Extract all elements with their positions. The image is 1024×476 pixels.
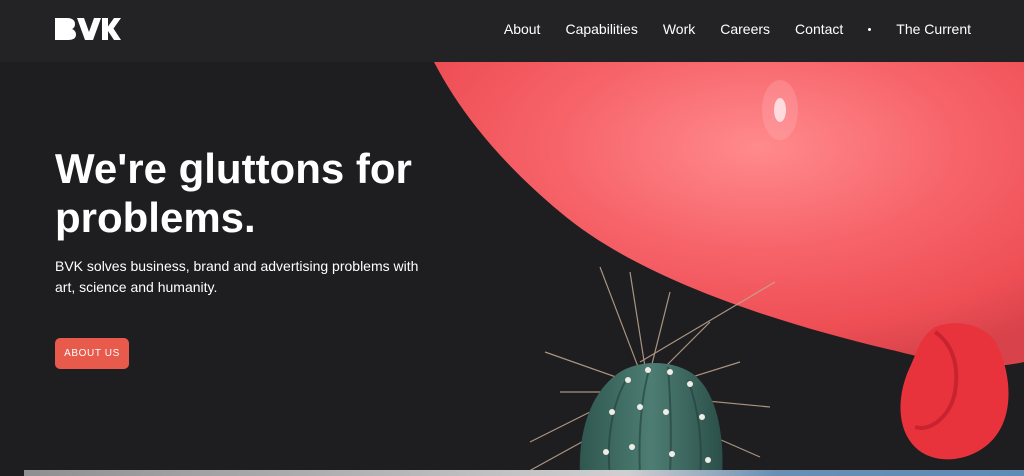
bvk-logo[interactable] bbox=[55, 18, 121, 40]
balloon bbox=[434, 62, 1024, 367]
nav-careers[interactable]: Careers bbox=[720, 21, 770, 37]
next-section-preview bbox=[24, 470, 1024, 476]
nav-capabilities[interactable]: Capabilities bbox=[565, 21, 637, 37]
about-us-button[interactable]: About Us bbox=[55, 338, 129, 369]
hero-subtext: BVK solves business, brand and advertisi… bbox=[55, 258, 419, 295]
nav-dot-separator bbox=[868, 27, 872, 31]
main-nav: About Capabilities Work Careers Contact … bbox=[479, 0, 971, 58]
site-header: About Capabilities Work Careers Contact … bbox=[0, 0, 1024, 62]
nav-about[interactable]: About bbox=[504, 21, 541, 37]
hero-headline: We're gluttons for problems. bbox=[55, 145, 412, 241]
nav-contact[interactable]: Contact bbox=[795, 21, 843, 37]
nav-the-current[interactable]: The Current bbox=[896, 21, 971, 37]
nav-work[interactable]: Work bbox=[663, 21, 695, 37]
